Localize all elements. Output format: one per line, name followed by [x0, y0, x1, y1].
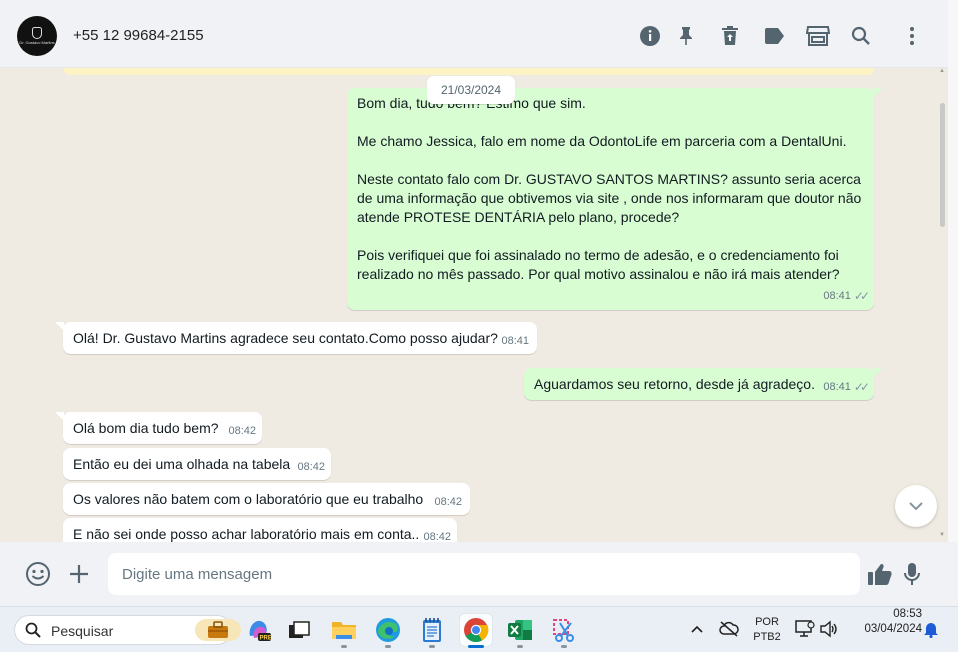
message-meta: 08:41	[501, 332, 529, 351]
microphone-icon[interactable]	[901, 561, 923, 587]
contact-name[interactable]: +55 12 99684-2155	[73, 27, 204, 44]
message-list[interactable]: Bom dia, tudo bem? Estimo que sim. Me ch…	[0, 68, 948, 542]
clock-date: 03/04/2024	[864, 623, 922, 635]
chrome-icon[interactable]	[460, 614, 492, 648]
label-icon[interactable]	[762, 24, 786, 48]
composer-bar	[0, 542, 958, 606]
message-meta: 08:41 ✓✓	[823, 378, 870, 397]
message-text: Então eu dei uma olhada na tabela	[73, 456, 291, 472]
notification-bell-icon[interactable]	[922, 619, 940, 639]
message-time: 08:41	[823, 381, 851, 393]
input-language-indicator[interactable]: POR PTB2	[752, 615, 782, 645]
language-code: POR	[755, 616, 779, 628]
search-label: Pesquisar	[51, 623, 114, 639]
windows-taskbar: Pesquisar PRE POR PTB2 08:53 03/04/2024	[0, 606, 958, 652]
scroll-to-bottom-button[interactable]	[895, 485, 937, 527]
message-meta: 08:41 ✓✓	[823, 287, 870, 306]
message-bubble-incoming[interactable]: Olá! Dr. Gustavo Martins agradece seu co…	[55, 322, 537, 354]
read-ticks-icon: ✓✓	[853, 289, 870, 303]
bubble-tail	[55, 412, 64, 421]
message-bubble-incoming[interactable]: Os valores não batem com o laboratório q…	[63, 483, 470, 515]
clock-time: 08:53	[893, 608, 922, 620]
scrollbar-thumb[interactable]	[940, 103, 945, 227]
bubble-tail	[55, 322, 64, 331]
message-time: 08:42	[434, 496, 462, 508]
message-meta: 08:42	[297, 458, 325, 477]
search-icon[interactable]	[849, 24, 873, 48]
notepad-icon[interactable]	[416, 614, 448, 648]
bubble-tail	[873, 88, 882, 97]
message-bubble-outgoing[interactable]: Aguardamos seu retorno, desde já agradeç…	[524, 368, 882, 400]
info-icon[interactable]	[638, 24, 662, 48]
message-time: 08:42	[297, 461, 325, 473]
message-text: Aguardamos seu retorno, desde já agradeç…	[534, 376, 815, 392]
message-bubble-incoming[interactable]: Olá bom dia tudo bem? 08:42	[55, 412, 262, 444]
message-time: 08:42	[228, 425, 256, 437]
volume-icon[interactable]	[819, 619, 839, 639]
network-icon[interactable]	[795, 619, 815, 639]
briefcase-icon	[195, 619, 241, 641]
tooth-logo-icon	[32, 27, 42, 39]
scroll-up-arrow-icon[interactable]: ▲	[939, 68, 945, 74]
scrollbar-track[interactable]	[948, 0, 958, 542]
message-text: Bom dia, tudo bem? Estimo que sim. Me ch…	[357, 95, 862, 282]
message-text: Olá bom dia tudo bem?	[73, 420, 219, 436]
scroll-down-arrow-icon[interactable]: ▼	[939, 532, 945, 538]
message-meta: 08:42	[228, 422, 256, 441]
task-view-icon[interactable]	[283, 614, 315, 646]
snipping-tool-icon[interactable]	[548, 614, 580, 648]
contact-avatar[interactable]: Dr. Gustavo Martins	[17, 16, 57, 56]
chevron-down-icon	[909, 502, 923, 511]
file-explorer-icon[interactable]	[328, 614, 360, 648]
message-text: Olá! Dr. Gustavo Martins agradece seu co…	[73, 330, 498, 346]
message-text: Os valores não batem com o laboratório q…	[73, 491, 424, 507]
message-bubble-incoming[interactable]: Então eu dei uma olhada na tabela 08:42	[63, 448, 331, 480]
avatar-logo-text: Dr. Gustavo Martins	[19, 40, 55, 45]
svg-text:PRE: PRE	[260, 636, 272, 642]
message-input[interactable]	[108, 553, 860, 595]
cloud-offline-icon[interactable]	[719, 619, 739, 639]
plus-icon[interactable]	[68, 563, 90, 585]
date-separator: 21/03/2024	[427, 76, 515, 104]
chat-header: Dr. Gustavo Martins +55 12 99684-2155	[0, 0, 948, 68]
message-meta: 08:42	[434, 493, 462, 512]
message-meta: 08:42	[423, 528, 451, 542]
message-bubble-incoming[interactable]: E não sei onde posso achar laboratório m…	[63, 518, 457, 542]
emoji-icon[interactable]	[25, 561, 51, 587]
chevron-up-icon[interactable]	[689, 621, 705, 637]
keyboard-layout: PTB2	[753, 631, 781, 643]
trash-icon[interactable]	[718, 24, 742, 48]
message-time: 08:41	[823, 290, 851, 302]
previous-notice-bubble	[64, 68, 874, 75]
bubble-tail	[873, 368, 882, 377]
message-time: 08:42	[423, 531, 451, 542]
system-clock[interactable]: 08:53 03/04/2024	[848, 607, 922, 637]
message-bubble-outgoing[interactable]: Bom dia, tudo bem? Estimo que sim. Me ch…	[347, 88, 882, 310]
taskbar-search[interactable]: Pesquisar	[14, 615, 241, 645]
excel-icon[interactable]	[504, 614, 536, 648]
read-ticks-icon: ✓✓	[853, 380, 870, 394]
edge-icon[interactable]	[372, 614, 404, 648]
menu-dots-icon[interactable]	[900, 24, 924, 48]
thumbs-up-icon[interactable]	[867, 561, 893, 587]
message-time: 08:41	[501, 335, 529, 347]
catalog-icon[interactable]	[806, 24, 830, 48]
pin-icon[interactable]	[674, 24, 698, 48]
message-text: E não sei onde posso achar laboratório m…	[73, 526, 420, 542]
search-icon	[25, 622, 41, 638]
copilot-icon[interactable]: PRE	[243, 614, 275, 646]
